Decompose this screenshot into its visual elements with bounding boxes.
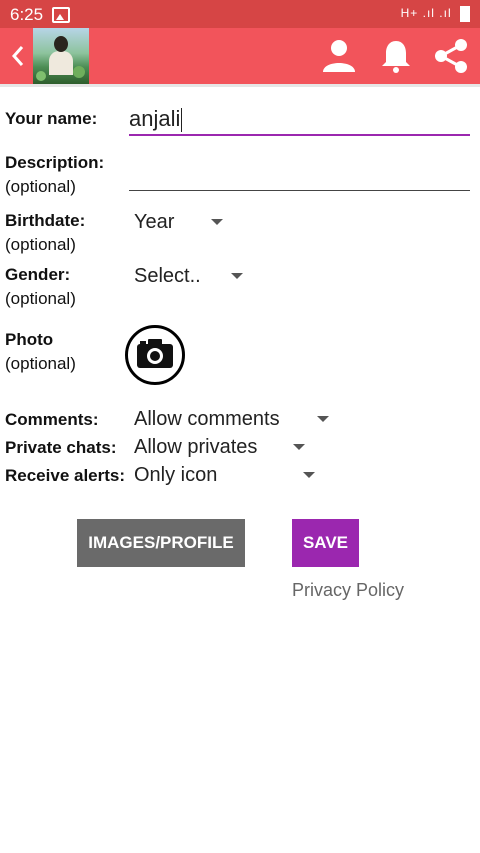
comments-label-text: Comments: bbox=[5, 410, 99, 429]
gender-select[interactable]: Select.. bbox=[134, 265, 201, 288]
photo-optional: (optional) bbox=[5, 354, 76, 373]
gender-optional: (optional) bbox=[5, 289, 76, 308]
app-bar-divider bbox=[0, 84, 480, 87]
description-input[interactable] bbox=[129, 160, 470, 190]
description-label-text: Description: bbox=[5, 153, 105, 172]
photo-label-text: Photo bbox=[5, 330, 54, 349]
chevron-down-icon bbox=[231, 273, 243, 279]
birthdate-select[interactable]: Year bbox=[134, 211, 174, 234]
bell-icon[interactable] bbox=[378, 38, 414, 74]
name-label-text: Your name: bbox=[5, 109, 98, 128]
gender-label-text: Gender: bbox=[5, 265, 71, 284]
avatar-figure bbox=[49, 51, 73, 75]
gallery-notification-icon bbox=[52, 7, 70, 23]
chevron-down-icon bbox=[317, 416, 329, 422]
name-label: Your name: bbox=[5, 107, 97, 131]
description-label: Description: (optional) bbox=[5, 151, 104, 199]
private-chats-select[interactable]: Allow privates bbox=[134, 436, 257, 459]
signal-icon: .ıl .ıl bbox=[422, 6, 452, 21]
private-chats-label-text: Private chats: bbox=[5, 438, 117, 457]
avatar[interactable] bbox=[33, 28, 89, 84]
chevron-down-icon bbox=[211, 219, 223, 225]
privacy-policy-link[interactable]: Privacy Policy bbox=[292, 580, 404, 601]
avatar-figure-head bbox=[54, 36, 68, 52]
name-input[interactable]: anjali bbox=[129, 106, 183, 133]
status-bar: 6:25 H+ .ıl .ıl bbox=[0, 0, 480, 28]
receive-alerts-label: Receive alerts: bbox=[5, 464, 125, 488]
chevron-down-icon bbox=[293, 444, 305, 450]
status-time: 6:25 bbox=[10, 5, 44, 24]
comments-label: Comments: bbox=[5, 408, 99, 432]
avatar-foliage bbox=[73, 66, 85, 78]
description-optional: (optional) bbox=[5, 177, 76, 196]
receive-alerts-select-value: Only icon bbox=[134, 464, 218, 486]
person-icon[interactable] bbox=[321, 38, 357, 74]
gender-label: Gender: (optional) bbox=[5, 263, 76, 311]
birthdate-optional: (optional) bbox=[5, 235, 76, 254]
battery-icon bbox=[460, 6, 470, 22]
gender-select-value: Select.. bbox=[134, 265, 201, 287]
images-profile-button[interactable]: IMAGES/PROFILE bbox=[77, 519, 245, 567]
birthdate-select-value: Year bbox=[134, 211, 175, 233]
receive-alerts-select[interactable]: Only icon bbox=[134, 464, 217, 487]
comments-select[interactable]: Allow comments bbox=[134, 408, 280, 431]
camera-button[interactable] bbox=[125, 325, 185, 385]
birthdate-label-text: Birthdate: bbox=[5, 211, 86, 230]
receive-alerts-label-text: Receive alerts: bbox=[5, 466, 126, 485]
text-cursor bbox=[181, 108, 183, 133]
description-input-underline bbox=[129, 190, 470, 191]
chevron-left-icon[interactable] bbox=[8, 41, 28, 71]
name-input-underline bbox=[129, 134, 470, 136]
camera-icon bbox=[137, 339, 173, 368]
comments-select-value: Allow comments bbox=[134, 408, 280, 430]
birthdate-label: Birthdate: (optional) bbox=[5, 209, 85, 257]
photo-label: Photo (optional) bbox=[5, 328, 76, 376]
app-bar bbox=[0, 28, 480, 84]
save-button[interactable]: SAVE bbox=[292, 519, 359, 567]
share-icon[interactable] bbox=[433, 38, 469, 74]
network-type: H+ bbox=[400, 6, 419, 21]
status-indicators: H+ .ıl .ıl bbox=[401, 6, 470, 22]
private-chats-select-value: Allow privates bbox=[134, 436, 258, 458]
chevron-down-icon bbox=[303, 472, 315, 478]
avatar-foliage bbox=[36, 71, 46, 81]
private-chats-label: Private chats: bbox=[5, 436, 117, 460]
name-input-value: anjali bbox=[129, 106, 181, 131]
